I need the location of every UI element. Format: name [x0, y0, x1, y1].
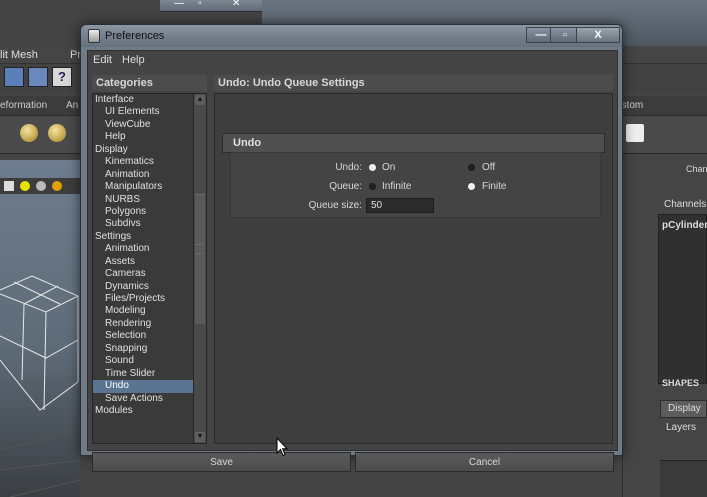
undo-off-label[interactable]: Off	[482, 162, 495, 173]
categories-scrollbar[interactable]: ▲ ▼	[194, 93, 207, 444]
category-item[interactable]: Settings	[93, 231, 193, 243]
sphere-icon[interactable]	[36, 181, 46, 191]
section-title: Undo: Undo Queue Settings	[214, 75, 613, 91]
category-item[interactable]: Animation	[93, 243, 193, 255]
shelf-cluster-icon[interactable]	[48, 124, 66, 142]
category-item[interactable]: Sound	[93, 355, 193, 367]
dialog-menubar: Edit Help	[88, 51, 617, 69]
categories-header: Categories	[92, 75, 207, 91]
channel-box-tab[interactable]: Chann	[686, 164, 707, 174]
category-item[interactable]: Subdivs	[93, 218, 193, 230]
viewport-toolbar	[0, 178, 80, 194]
bg-menu-edit-mesh[interactable]: lit Mesh	[0, 49, 38, 61]
category-item[interactable]: UI Elements	[93, 106, 193, 118]
category-item[interactable]: ViewCube	[93, 119, 193, 131]
checker-icon[interactable]	[4, 181, 14, 191]
snap-curve-icon[interactable]	[28, 67, 48, 87]
snap-grid-icon[interactable]	[4, 67, 24, 87]
wireframe-cube-icon	[0, 275, 81, 497]
dialog-body: Edit Help Categories Interface UI Element…	[87, 50, 618, 472]
viewport[interactable]	[0, 160, 81, 497]
undo-on-label[interactable]: On	[382, 162, 395, 173]
preferences-dialog: Preferences — ▫ X Edit Help Categories I…	[80, 24, 623, 472]
categories-list[interactable]: Interface UI Elements ViewCube Help Display K…	[92, 93, 194, 444]
bg-minimize-icon[interactable]: —	[174, 0, 184, 9]
category-item[interactable]: Modeling	[93, 305, 193, 317]
shelf-checker-icon[interactable]	[626, 124, 644, 142]
maximize-icon: ▫	[563, 29, 567, 41]
shaded-icon[interactable]	[52, 181, 62, 191]
dialog-titlebar[interactable]: Preferences — ▫ X	[81, 25, 622, 47]
queue-infinite-label[interactable]: Infinite	[382, 181, 411, 192]
save-button[interactable]: Save	[92, 452, 351, 472]
category-item[interactable]: Kinematics	[93, 156, 193, 168]
category-item[interactable]: NURBS	[93, 194, 193, 206]
scroll-up-icon[interactable]: ▲	[195, 95, 205, 105]
category-item[interactable]: Cameras	[93, 268, 193, 280]
queue-finite-label[interactable]: Finite	[482, 181, 506, 192]
shapes-label: SHAPES	[662, 378, 700, 388]
category-item[interactable]: Polygons	[93, 206, 193, 218]
category-item[interactable]: Animation	[93, 169, 193, 181]
channel-object-name[interactable]: pCylinder	[662, 220, 707, 231]
menu-edit[interactable]: Edit	[93, 54, 112, 66]
queue-size-field[interactable]: 50	[366, 198, 434, 213]
queue-label: Queue:	[329, 181, 362, 192]
bg-maximize-icon[interactable]: ▫	[198, 0, 202, 9]
category-item[interactable]: Interface	[93, 94, 193, 106]
menu-help[interactable]: Help	[122, 54, 145, 66]
dialog-title: Preferences	[105, 30, 165, 42]
category-item[interactable]: Rendering	[93, 318, 193, 330]
layers-menu[interactable]: Layers	[666, 422, 696, 433]
scroll-thumb[interactable]	[195, 194, 205, 324]
category-item[interactable]: Dynamics	[93, 281, 193, 293]
help-icon[interactable]: ?	[52, 67, 72, 87]
category-item[interactable]: Time Slider	[93, 368, 193, 380]
bg-close-icon[interactable]: ✕	[232, 0, 240, 9]
queue-finite-radio[interactable]	[468, 183, 475, 190]
undo-on-radio[interactable]	[369, 164, 376, 171]
category-item[interactable]: Manipulators	[93, 181, 193, 193]
category-item[interactable]: Help	[93, 131, 193, 143]
cancel-button[interactable]: Cancel	[355, 452, 614, 472]
category-item[interactable]: Display	[93, 144, 193, 156]
undo-frame-header[interactable]: Undo	[222, 133, 605, 153]
shelf-tab-animation[interactable]: An	[66, 100, 78, 111]
minimize-icon: —	[535, 29, 547, 41]
category-item[interactable]: Modules	[93, 405, 193, 417]
scroll-grip-icon	[196, 244, 204, 254]
category-item[interactable]: Files/Projects	[93, 293, 193, 305]
shelf-lattice-icon[interactable]	[20, 124, 38, 142]
display-tab-label: Display	[668, 403, 701, 414]
cancel-button-label: Cancel	[468, 456, 501, 468]
category-item[interactable]: Selection	[93, 330, 193, 342]
channels-label[interactable]: Channels	[664, 199, 706, 210]
channel-box	[658, 214, 707, 384]
close-button[interactable]: X	[576, 27, 620, 43]
shelf-tab-deformation[interactable]: eformation	[0, 100, 47, 111]
background-window-controls: — ▫ ✕	[160, 0, 262, 12]
light-icon[interactable]	[20, 181, 30, 191]
category-item[interactable]: Save Actions	[93, 393, 193, 405]
queue-size-label: Queue size:	[308, 200, 362, 211]
undo-off-radio[interactable]	[468, 164, 475, 171]
layer-editor-area	[660, 460, 707, 497]
scroll-down-icon[interactable]: ▼	[195, 432, 205, 442]
category-item[interactable]: Undo	[93, 380, 193, 393]
category-item[interactable]: Assets	[93, 256, 193, 268]
queue-infinite-radio[interactable]	[369, 183, 376, 190]
close-icon: X	[594, 29, 602, 41]
undo-label: Undo:	[335, 162, 362, 173]
maya-app-icon	[88, 29, 100, 43]
category-item[interactable]: Snapping	[93, 343, 193, 355]
save-button-label: Save	[210, 456, 233, 468]
